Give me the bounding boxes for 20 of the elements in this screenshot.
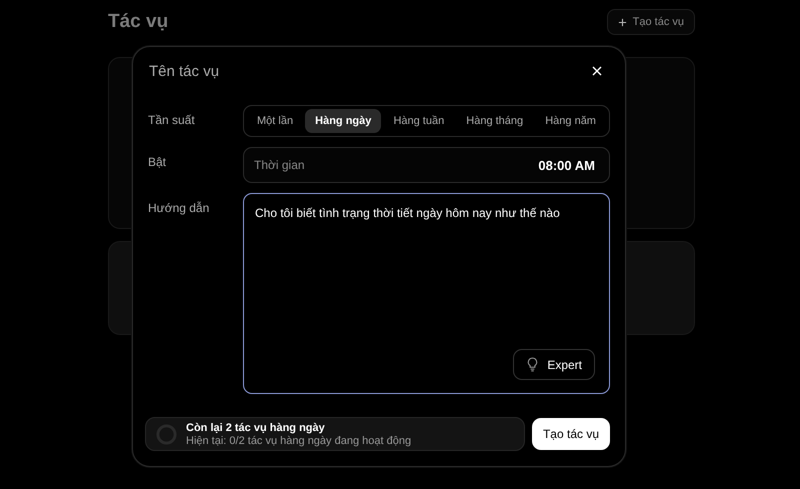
page-title: Tác vụ bbox=[108, 11, 168, 33]
close-icon bbox=[592, 66, 602, 76]
time-field[interactable]: Thời gian 08:00 AM bbox=[243, 147, 610, 183]
plus-icon bbox=[618, 18, 627, 26]
instructions-field[interactable]: Cho tôi biết tình trạng thời tiết ngày hôm nay như thế nào Expert bbox=[243, 193, 610, 394]
lightbulb-icon bbox=[527, 357, 538, 372]
frequency-tab[interactable]: Hàng tháng bbox=[456, 109, 534, 133]
expert-button[interactable]: Expert bbox=[513, 349, 595, 380]
field-label: Bật bbox=[148, 154, 168, 169]
create-task-button[interactable]: Tạo tác vụ bbox=[532, 418, 610, 450]
frequency-tab[interactable]: Hàng tuần bbox=[383, 109, 454, 133]
create-task-button[interactable]: Tạo tác vụ bbox=[606, 9, 695, 35]
field-label: Tần suất bbox=[148, 112, 196, 127]
frequency-tab[interactable]: Hàng ngày bbox=[305, 109, 382, 133]
frequency-tab[interactable]: Một lần bbox=[247, 109, 304, 133]
quota-title: Còn lại 2 tác vụ hàng ngày bbox=[186, 422, 326, 434]
field-label: Hướng dẫn bbox=[148, 200, 210, 215]
task-name-field[interactable]: Tên tác vụ bbox=[149, 62, 449, 80]
frequency-tab[interactable]: Hàng năm bbox=[535, 109, 606, 133]
quota-detail: Hiện tại: 0/2 tác vụ hàng ngày đang hoạt động bbox=[186, 434, 412, 446]
